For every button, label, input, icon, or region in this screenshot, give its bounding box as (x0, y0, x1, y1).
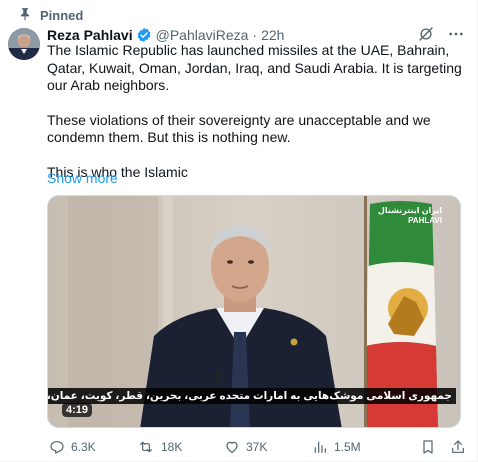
show-more-link[interactable]: Show more (47, 170, 118, 187)
video-player[interactable]: ایران اینترنشنال PAHLAVI جمهوری اسلامی م… (47, 195, 461, 428)
bookmark-icon (420, 439, 436, 455)
views-count: 1.5M (334, 440, 361, 454)
video-duration: 4:19 (62, 403, 93, 417)
repost-icon (137, 439, 155, 455)
post-paragraph: The Islamic Republic has launched missil… (47, 42, 462, 93)
views-button[interactable]: 1.5M (312, 436, 361, 458)
avatar[interactable] (8, 28, 40, 60)
reply-count: 6.3K (71, 440, 96, 454)
watermark-line: PAHLAVI (408, 216, 442, 225)
reply-icon (49, 439, 65, 455)
pinned-label: Pinned (40, 7, 84, 23)
pin-icon (14, 7, 32, 23)
post-text: The Islamic Republic has launched missil… (47, 42, 462, 181)
bookmark-button[interactable] (420, 436, 436, 458)
repost-count: 18K (161, 440, 183, 454)
views-icon (312, 439, 328, 455)
author-handle[interactable]: @PahlaviReza (156, 27, 249, 43)
post-paragraph: These violations of their sovereignty ar… (47, 111, 431, 146)
reply-button[interactable]: 6.3K (49, 436, 96, 458)
channel-watermark: ایران اینترنشنال PAHLAVI (378, 206, 442, 226)
video-caption: جمهوری اسلامی موشک‌هایی به امارات متحده … (48, 388, 456, 404)
share-icon (450, 439, 466, 455)
like-count: 37K (246, 440, 268, 454)
post-timestamp[interactable]: 22h (261, 27, 284, 43)
verified-badge-icon[interactable] (136, 27, 152, 43)
post-card[interactable]: Pinned Reza Pahlavi @PahlaviReza · 22h T… (0, 0, 478, 462)
action-bar: 6.3K 18K 37K 1.5M (47, 436, 467, 458)
like-button[interactable]: 37K (224, 436, 267, 458)
share-button[interactable] (450, 436, 466, 458)
watermark-line: ایران اینترنشنال (377, 206, 442, 215)
separator-dot: · (252, 27, 258, 43)
author-name[interactable]: Reza Pahlavi (47, 27, 133, 43)
like-icon (224, 439, 240, 455)
pinned-indicator: Pinned (14, 7, 83, 23)
repost-button[interactable]: 18K (137, 436, 182, 458)
